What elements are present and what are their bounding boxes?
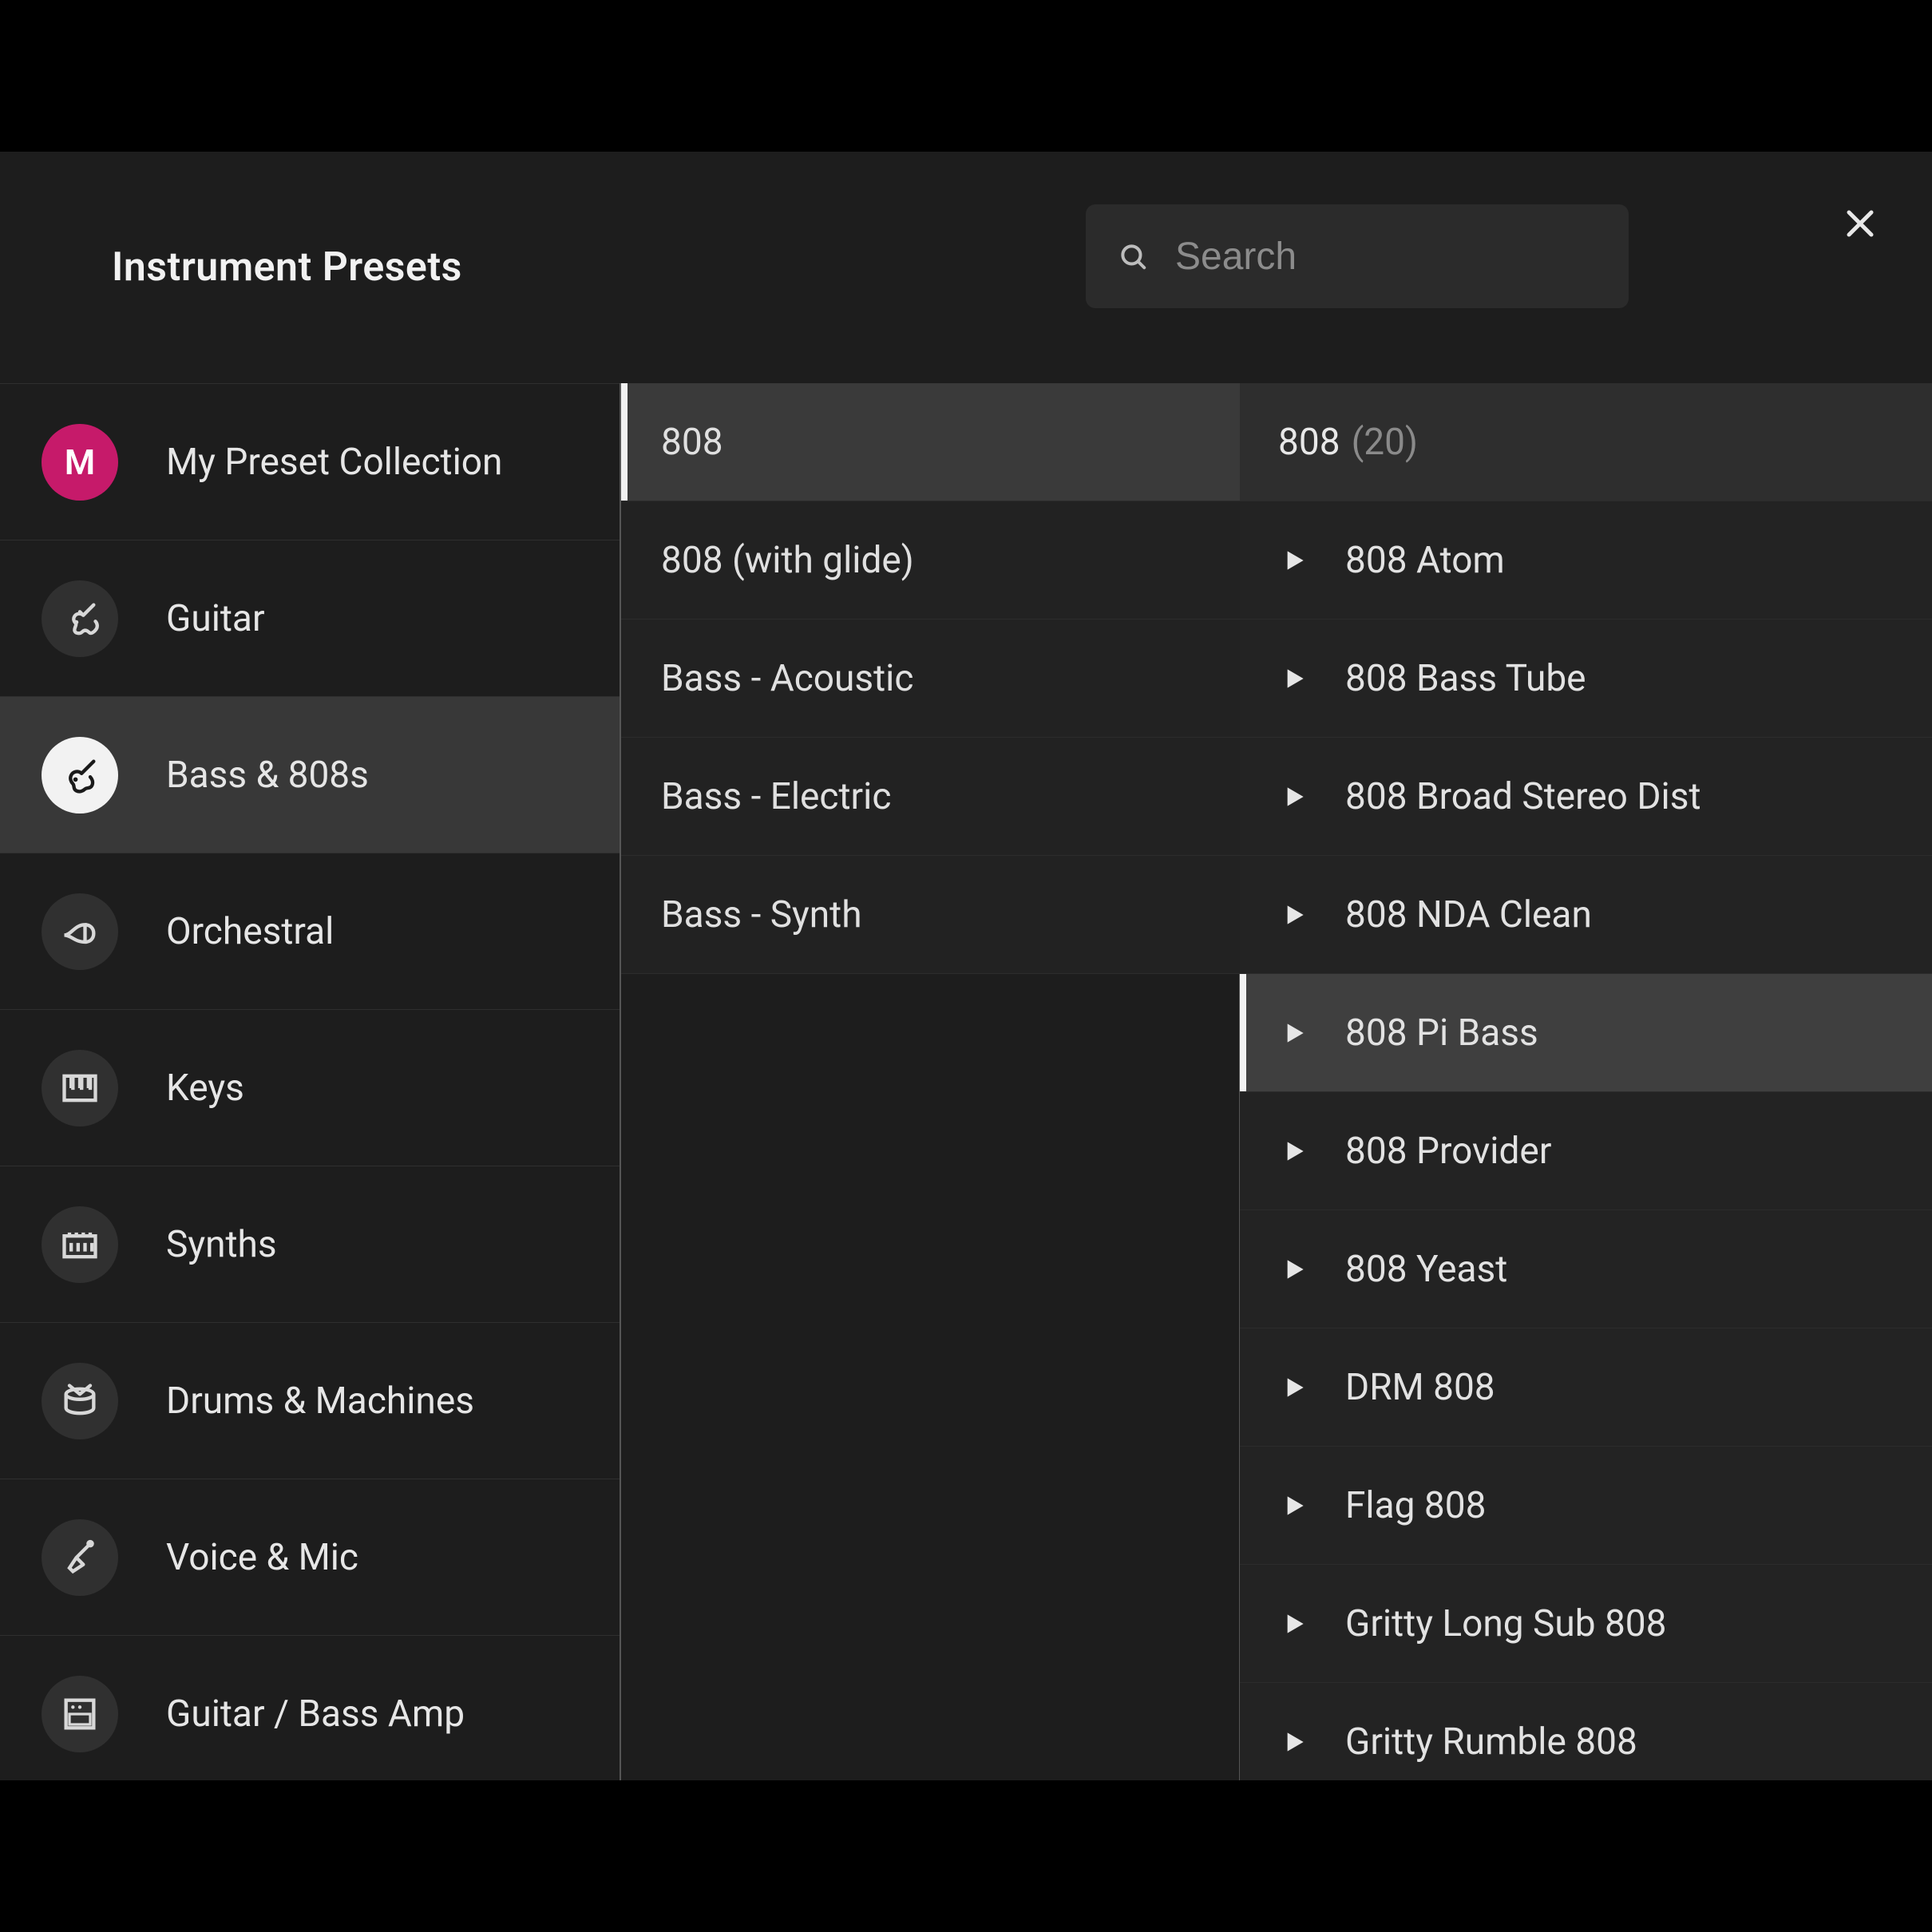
category-label: Bass & 808s [166,754,369,797]
horn-icon [42,893,118,970]
guitar-icon [42,580,118,657]
preset-label: DRM 808 [1345,1366,1495,1409]
preset-browser-panel: Instrument Presets M My Preset Collectio… [0,152,1932,1780]
play-icon[interactable] [1278,1253,1310,1285]
category-synths[interactable]: Synths [0,1166,621,1323]
preset-item[interactable]: 808 Broad Stereo Dist [1240,738,1932,856]
category-my-collection[interactable]: M My Preset Collection [0,384,621,540]
play-icon[interactable] [1278,781,1310,813]
play-icon[interactable] [1278,544,1310,576]
category-amp[interactable]: Guitar / Bass Amp [0,1636,621,1780]
preset-label: 808 Atom [1345,539,1505,582]
category-voice-mic[interactable]: Voice & Mic [0,1479,621,1636]
subcategory-808-glide[interactable]: 808 (with glide) [621,501,1240,620]
play-icon[interactable] [1278,663,1310,695]
subcategory-column: 808 808 (with glide) Bass - Acoustic Bas… [621,383,1240,1780]
category-label: My Preset Collection [166,441,502,484]
subcategory-label: 808 [661,421,723,464]
panel-header: Instrument Presets [0,152,1932,383]
subcategory-bass-synth[interactable]: Bass - Synth [621,856,1240,974]
subcategory-label: 808 (with glide) [661,539,914,582]
preset-item[interactable]: 808 NDA Clean [1240,856,1932,974]
category-label: Keys [166,1067,244,1110]
category-guitar[interactable]: Guitar [0,540,621,697]
preset-item[interactable]: Gritty Long Sub 808 [1240,1565,1932,1683]
preset-item[interactable]: DRM 808 [1240,1328,1932,1447]
preset-label: 808 Pi Bass [1345,1012,1538,1055]
play-icon[interactable] [1278,1135,1310,1167]
play-icon[interactable] [1278,1490,1310,1522]
preset-label: Gritty Rumble 808 [1345,1720,1637,1764]
preset-item[interactable]: 808 Yeast [1240,1210,1932,1328]
play-icon[interactable] [1278,1608,1310,1640]
category-keys[interactable]: Keys [0,1010,621,1166]
subcategory-label: Bass - Electric [661,775,891,818]
preset-label: Gritty Long Sub 808 [1345,1602,1667,1645]
preset-item[interactable]: Gritty Rumble 808 [1240,1683,1932,1780]
category-label: Synths [166,1223,277,1266]
preset-header-count: (20) [1352,421,1418,464]
preset-item[interactable]: 808 Bass Tube [1240,620,1932,738]
subcategory-808[interactable]: 808 [621,383,1240,501]
play-icon[interactable] [1278,899,1310,931]
preset-label: 808 Provider [1345,1130,1551,1173]
user-badge-icon: M [42,424,118,501]
category-column: M My Preset Collection Guitar Bass & 808… [0,383,621,1780]
piano-icon [42,1050,118,1126]
category-drums[interactable]: Drums & Machines [0,1323,621,1479]
preset-list-header: 808 (20) [1240,383,1932,501]
columns: M My Preset Collection Guitar Bass & 808… [0,383,1932,1780]
mic-icon [42,1519,118,1596]
preset-item[interactable]: Flag 808 [1240,1447,1932,1565]
preset-header-label: 808 [1278,421,1340,464]
preset-label: 808 NDA Clean [1345,893,1592,936]
amp-icon [42,1676,118,1752]
preset-label: 808 Bass Tube [1345,657,1586,700]
play-icon[interactable] [1278,1726,1310,1758]
preset-item[interactable]: 808 Atom [1240,501,1932,620]
search-field[interactable] [1086,204,1629,308]
subcategory-label: Bass - Synth [661,893,862,936]
bass-icon [42,737,118,814]
play-icon[interactable] [1278,1372,1310,1403]
category-label: Orchestral [166,910,334,953]
category-orchestral[interactable]: Orchestral [0,853,621,1010]
category-label: Guitar / Bass Amp [166,1692,465,1736]
category-bass-808s[interactable]: Bass & 808s [0,697,621,853]
preset-column: 808 (20) 808 Atom 808 Bass Tube 808 Broa… [1240,383,1932,1780]
drum-icon [42,1363,118,1439]
subcategory-bass-electric[interactable]: Bass - Electric [621,738,1240,856]
search-input[interactable] [1175,235,1671,279]
category-label: Voice & Mic [166,1536,358,1579]
close-icon [1841,204,1879,243]
preset-label: 808 Yeast [1345,1248,1507,1291]
panel-title: Instrument Presets [112,244,462,291]
category-label: Guitar [166,597,265,640]
synth-icon [42,1206,118,1283]
subcategory-bass-acoustic[interactable]: Bass - Acoustic [621,620,1240,738]
preset-label: 808 Broad Stereo Dist [1345,775,1701,818]
search-icon [1118,241,1148,271]
subcategory-label: Bass - Acoustic [661,657,913,700]
preset-item[interactable]: 808 Provider [1240,1092,1932,1210]
close-button[interactable] [1836,200,1884,247]
play-icon[interactable] [1278,1017,1310,1049]
preset-item[interactable]: 808 Pi Bass [1240,974,1932,1092]
category-label: Drums & Machines [166,1380,474,1423]
preset-label: Flag 808 [1345,1484,1486,1527]
